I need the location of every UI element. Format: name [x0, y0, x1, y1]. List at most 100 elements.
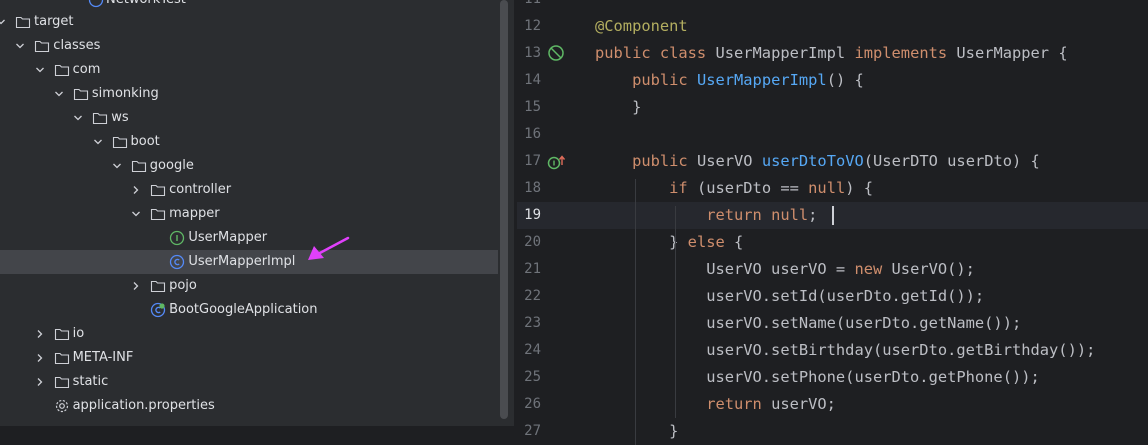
code-text: userVO.setBirthday(userDto.getBirthday()…: [595, 341, 1096, 359]
tree-item-classes[interactable]: classes: [0, 34, 498, 58]
tree-item-label: controller: [169, 182, 232, 197]
code-line[interactable]: 22 userVO.setId(userDto.getId());: [517, 283, 1148, 310]
code-line[interactable]: 15 }: [517, 94, 1148, 121]
pointer-arrow-annotation: [308, 236, 350, 260]
code-line[interactable]: 21 UserVO userVO = new UserVO();: [517, 256, 1148, 283]
code-line[interactable]: 27 }: [517, 418, 1148, 445]
folder-icon: [150, 206, 166, 222]
chevron-down-icon[interactable]: [73, 113, 83, 123]
code-line[interactable]: 13 public class UserMapperImpl implements…: [517, 40, 1148, 67]
folder-icon: [92, 110, 108, 126]
chevron-right-icon[interactable]: [131, 185, 141, 195]
line-number: 25: [524, 369, 541, 385]
folder-icon: [54, 350, 70, 366]
code-line[interactable]: 17 public UserVO userDtoToVO(UserDTO use…: [517, 148, 1148, 175]
tree-item-label: application.properties: [72, 398, 215, 413]
chevron-right-icon[interactable]: [35, 353, 45, 363]
tree-item-mapper[interactable]: mapper: [0, 202, 498, 226]
tree-item-usermapper[interactable]: UserMapper: [0, 226, 498, 250]
tree-item-bootgoogleapplication[interactable]: BootGoogleApplication: [0, 298, 498, 322]
folder-icon: [54, 62, 70, 78]
code-line[interactable]: 16: [517, 121, 1148, 148]
code-line[interactable]: 12 @Component: [517, 13, 1148, 40]
tree-item-label: mapper: [169, 206, 220, 221]
folder-icon: [34, 38, 50, 54]
tree-item-application-properties[interactable]: application.properties: [0, 394, 498, 418]
line-number: 19: [524, 207, 541, 223]
code-text: return userVO;: [706, 395, 836, 413]
code-line[interactable]: 24 userVO.setBirthday(userDto.getBirthda…: [517, 337, 1148, 364]
code-line[interactable]: 11: [517, 0, 1148, 13]
folder-icon: [15, 14, 31, 30]
folder-icon: [112, 134, 128, 150]
settings-file-icon: [54, 398, 70, 414]
code-text: UserVO userVO = new UserVO();: [595, 260, 975, 278]
chevron-down-icon[interactable]: [35, 65, 45, 75]
chevron-down-icon[interactable]: [93, 137, 103, 147]
tree-item-google[interactable]: google: [0, 154, 498, 178]
folder-icon: [54, 326, 70, 342]
tree-item-ws[interactable]: ws: [0, 106, 498, 130]
tree-item-label: ws: [111, 110, 129, 125]
project-panel: NetworkTest target classes com simonking wsb…: [0, 0, 514, 426]
tree-item-label: boot: [130, 134, 160, 149]
tree-item-label: static: [72, 374, 109, 389]
tree-item-simonking[interactable]: simonking: [0, 82, 498, 106]
tree-item-meta-inf[interactable]: META-INF: [0, 346, 498, 370]
code-text: if (userDto == null) {: [669, 179, 874, 197]
tree-item-boot[interactable]: boot: [0, 130, 498, 154]
tree-item-io[interactable]: io: [0, 322, 498, 346]
line-number: 22: [524, 288, 541, 304]
folder-icon: [131, 158, 147, 174]
code-text: userVO.setId(userDto.getId());: [595, 287, 985, 305]
line-number: 17: [524, 153, 541, 169]
code-line[interactable]: 18 if (userDto == null) {: [517, 175, 1148, 202]
project-scrollbar[interactable]: [500, 0, 508, 419]
code-text: public UserVO userDtoToVO(UserDTO userDt…: [632, 152, 1040, 170]
chevron-down-icon[interactable]: [112, 161, 122, 171]
tree-item-pojo[interactable]: pojo: [0, 274, 498, 298]
line-number: 16: [524, 126, 541, 142]
tree-item-label: classes: [53, 38, 101, 53]
code-line[interactable]: 26 return userVO;: [517, 391, 1148, 418]
tree-item-com[interactable]: com: [0, 58, 498, 82]
folder-icon: [150, 182, 166, 198]
line-number: 27: [524, 423, 541, 439]
chevron-down-icon[interactable]: [131, 209, 141, 219]
chevron-right-icon[interactable]: [35, 377, 45, 387]
chevron-down-icon[interactable]: [0, 17, 6, 27]
folder-icon: [150, 278, 166, 294]
tree-item-controller[interactable]: controller: [0, 178, 498, 202]
line-number: 15: [524, 99, 541, 115]
line-number: 12: [524, 18, 541, 34]
tree-item-usermapperimpl[interactable]: UserMapperImpl: [0, 250, 498, 274]
tree-item-label: google: [149, 158, 194, 173]
interface-icon: [169, 230, 185, 246]
chevron-right-icon[interactable]: [35, 329, 45, 339]
chevron-right-icon[interactable]: [131, 281, 141, 291]
tree-item-target[interactable]: target: [0, 10, 498, 34]
tree-item-label: META-INF: [72, 350, 134, 365]
code-line[interactable]: 23 userVO.setName(userDto.getName());: [517, 310, 1148, 337]
tree-item-static[interactable]: static: [0, 370, 498, 394]
no-bean-icon[interactable]: [547, 44, 567, 68]
code-line[interactable]: 20 } else {: [517, 229, 1148, 256]
text-caret: [832, 206, 834, 225]
code-text: @Component: [595, 17, 688, 35]
tree-item-label: io: [72, 326, 85, 341]
chevron-down-icon[interactable]: [54, 89, 64, 99]
line-number: 13: [524, 45, 541, 61]
tree-item-label: BootGoogleApplication: [169, 302, 318, 317]
code-text: userVO.setPhone(userDto.getPhone());: [595, 368, 1040, 386]
line-number: 24: [524, 342, 541, 358]
folder-icon: [54, 374, 70, 390]
line-number: 20: [524, 234, 541, 250]
code-line[interactable]: 14 public UserMapperImpl() {: [517, 67, 1148, 94]
code-editor[interactable]: 11 12 @Component 13 public class UserMapperI…: [517, 0, 1148, 445]
indent-guide: [675, 206, 676, 418]
chevron-down-icon[interactable]: [15, 41, 25, 51]
indent-guide: [635, 179, 636, 445]
implements-override-icon[interactable]: [547, 154, 567, 174]
code-line[interactable]: 25 userVO.setPhone(userDto.getPhone());: [517, 364, 1148, 391]
line-number: 23: [524, 315, 541, 331]
